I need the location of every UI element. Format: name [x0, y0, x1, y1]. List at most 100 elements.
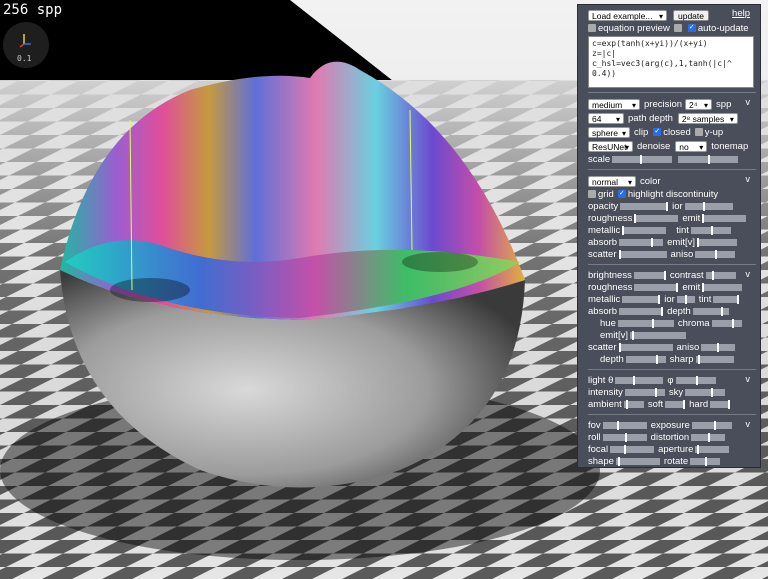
env-ior-label: ior: [664, 293, 675, 305]
env-tint-slider[interactable]: [713, 294, 740, 304]
equation-preview-label: equation preview: [598, 22, 670, 34]
axis-scale-label: 0.1: [17, 54, 32, 63]
sharp-slider[interactable]: [695, 354, 734, 364]
denoise-select[interactable]: ResUNet: [588, 140, 633, 153]
load-example-select[interactable]: Load example...: [588, 9, 667, 22]
scale-slider[interactable]: [612, 154, 673, 164]
ambient-label: ambient: [588, 398, 622, 410]
scale-slider-2[interactable]: [678, 154, 739, 164]
precision-label: precision: [644, 98, 683, 110]
brightness-slider[interactable]: [633, 270, 666, 280]
env-aniso-label: aniso: [676, 341, 700, 353]
env-emit-v-label: emit[v]: [600, 329, 628, 341]
ior-label: ior: [672, 200, 683, 212]
roughness-slider[interactable]: [634, 213, 679, 223]
hard-slider[interactable]: [710, 399, 731, 409]
shape-slider[interactable]: [615, 456, 660, 466]
color-mode-select[interactable]: normal: [588, 175, 636, 188]
tint-label: tint: [676, 224, 689, 236]
env-aniso-slider[interactable]: [701, 342, 736, 352]
absorb-slider[interactable]: [619, 237, 664, 247]
denoise-label: denoise: [637, 140, 671, 152]
camera-collapse-icon[interactable]: v: [746, 419, 751, 429]
emit-slider[interactable]: [702, 213, 747, 223]
color-label: color: [640, 175, 661, 187]
env-tint-label: tint: [698, 293, 712, 305]
ior-slider[interactable]: [684, 201, 733, 211]
samples-select[interactable]: 2⁸ samples: [677, 112, 738, 125]
rotate-slider[interactable]: [690, 456, 721, 466]
fov-label: fov: [588, 419, 601, 431]
env-roughness-slider[interactable]: [634, 282, 679, 292]
env-emit-slider[interactable]: [702, 282, 743, 292]
closed-label: closed: [663, 126, 691, 138]
aperture-label: aperture: [658, 443, 694, 455]
light-collapse-icon[interactable]: v: [746, 374, 751, 384]
light-phi-label: φ: [667, 374, 674, 386]
precision-select[interactable]: medium: [588, 98, 640, 111]
env-depth-slider[interactable]: [692, 306, 729, 316]
exposure-label: exposure: [650, 419, 690, 431]
scatter-slider[interactable]: [618, 249, 667, 259]
help-link[interactable]: help: [732, 8, 750, 19]
hue-label: hue: [600, 317, 616, 329]
tonemap-label: tonemap: [711, 140, 749, 152]
contrast-slider[interactable]: [705, 270, 736, 280]
fov-slider[interactable]: [602, 420, 647, 430]
env-scatter-slider[interactable]: [618, 342, 673, 352]
env-absorb-slider[interactable]: [619, 306, 664, 316]
env-metallic-label: metallic: [588, 293, 621, 305]
light-theta-slider[interactable]: [615, 375, 664, 385]
grid-checkbox[interactable]: [588, 190, 596, 198]
metallic-label: metallic: [588, 224, 621, 236]
chroma-slider[interactable]: [711, 318, 742, 328]
contrast-label: contrast: [669, 269, 704, 281]
equation-input[interactable]: c=exp(tanh(x+yi))/(x+yi) z=|c| c_hsl=vec…: [588, 36, 754, 88]
hue-slider[interactable]: [617, 318, 674, 328]
roll-slider[interactable]: [602, 432, 647, 442]
opacity-slider[interactable]: [620, 201, 669, 211]
exposure-slider[interactable]: [691, 420, 732, 430]
env-scatter-label: scatter: [588, 341, 617, 353]
aniso-slider[interactable]: [695, 249, 736, 259]
spp-label: spp: [716, 98, 732, 110]
path-depth-select[interactable]: 64: [588, 112, 624, 125]
clip-select[interactable]: sphere: [588, 126, 630, 139]
sky-slider[interactable]: [685, 387, 726, 397]
equation-preview-checkbox[interactable]: [588, 24, 596, 32]
intensity-slider[interactable]: [624, 387, 665, 397]
material-collapse-icon[interactable]: v: [746, 174, 751, 184]
env-depth2-slider[interactable]: [625, 354, 666, 364]
env-ior-slider[interactable]: [676, 294, 695, 304]
closed-checkbox[interactable]: ✓: [653, 128, 662, 136]
render-collapse-icon[interactable]: v: [746, 97, 751, 107]
env-collapse-icon[interactable]: v: [746, 269, 751, 279]
path-depth-label: path depth: [628, 112, 673, 124]
chroma-label: chroma: [677, 317, 710, 329]
light-phi-slider[interactable]: [675, 375, 716, 385]
highlight-discontinuity-checkbox[interactable]: ✓: [617, 190, 626, 198]
focal-slider[interactable]: [610, 444, 655, 454]
y-up-checkbox[interactable]: [694, 128, 703, 136]
tonemap-select[interactable]: no: [675, 140, 708, 153]
soft-slider[interactable]: [665, 399, 686, 409]
ambient-slider[interactable]: [623, 399, 644, 409]
auto-update-checkbox[interactable]: ✓: [687, 24, 696, 32]
absorb-label: absorb: [588, 236, 618, 248]
y-up-label: y-up: [704, 126, 724, 138]
env-emit-v-slider[interactable]: [629, 330, 686, 340]
update-button[interactable]: update: [673, 9, 709, 21]
clip-label: clip: [634, 126, 649, 138]
tint-slider[interactable]: [690, 225, 731, 235]
env-depth2-label: depth: [600, 353, 624, 365]
env-depth-label: depth: [667, 305, 691, 317]
spare-checkbox[interactable]: [673, 24, 682, 32]
metallic-slider[interactable]: [622, 225, 667, 235]
aperture-slider[interactable]: [695, 444, 730, 454]
env-metallic-slider[interactable]: [622, 294, 661, 304]
emit-v-slider[interactable]: [697, 237, 738, 247]
control-panel: Load example... update help equation pre…: [577, 4, 761, 468]
distortion-slider[interactable]: [691, 432, 726, 442]
emit-v-label: emit[v]: [667, 236, 696, 248]
spp-select[interactable]: 2⁴: [685, 98, 713, 111]
